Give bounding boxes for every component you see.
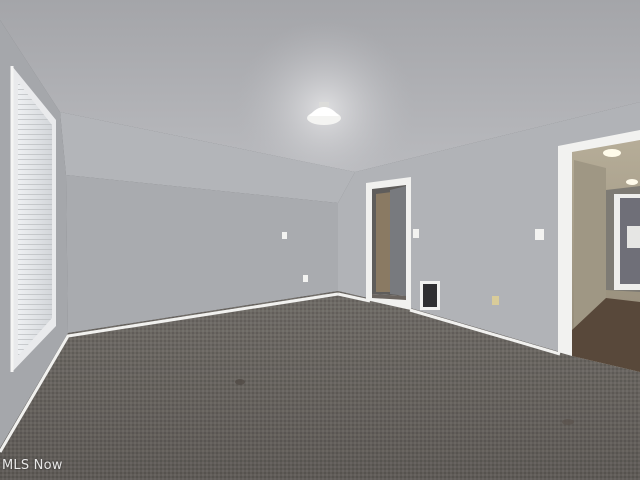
closet-doorway	[366, 177, 411, 310]
room-photo	[0, 0, 640, 480]
wall-outlet	[303, 275, 308, 282]
hallway-doorway	[558, 130, 640, 372]
floor-vent	[420, 281, 440, 310]
wall-outlet	[492, 296, 499, 305]
wall-outlet	[282, 232, 287, 239]
watermark-text: MLS Now	[2, 458, 63, 473]
light-switch	[535, 229, 544, 240]
light-switch	[413, 229, 419, 238]
window-blinds	[10, 66, 56, 372]
